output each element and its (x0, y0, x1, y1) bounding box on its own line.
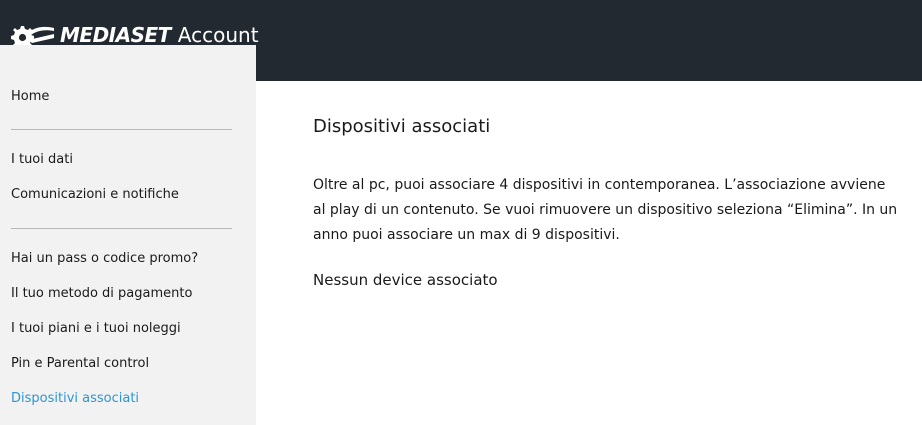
sidebar-item-piani-noleggi[interactable]: I tuoi piani e i tuoi noleggi (11, 321, 181, 336)
sidebar-item-home[interactable]: Home (11, 89, 49, 104)
sidebar-divider (11, 228, 232, 229)
sidebar-nav: Home I tuoi dati Comunicazioni e notific… (0, 45, 256, 425)
page-description: Oltre al pc, puoi associare 4 dispositiv… (313, 177, 898, 243)
sidebar-item-pin-parental-control[interactable]: Pin e Parental control (11, 356, 149, 371)
sidebar-item-i-tuoi-dati[interactable]: I tuoi dati (11, 152, 73, 167)
sidebar-item-metodo-pagamento[interactable]: Il tuo metodo di pagamento (11, 286, 192, 301)
sidebar-item-dispositivi-associati[interactable]: Dispositivi associati (11, 391, 139, 406)
empty-state-message: Nessun device associato (313, 271, 498, 289)
sidebar-item-pass-codice-promo[interactable]: Hai un pass o codice promo? (11, 251, 198, 266)
brand-name: MEDIASET (60, 23, 171, 47)
sidebar-divider (11, 129, 232, 130)
sidebar-item-comunicazioni-notifiche[interactable]: Comunicazioni e notifiche (11, 187, 179, 202)
brand-subtitle: Account (177, 23, 259, 47)
page-title: Dispositivi associati (313, 116, 491, 137)
